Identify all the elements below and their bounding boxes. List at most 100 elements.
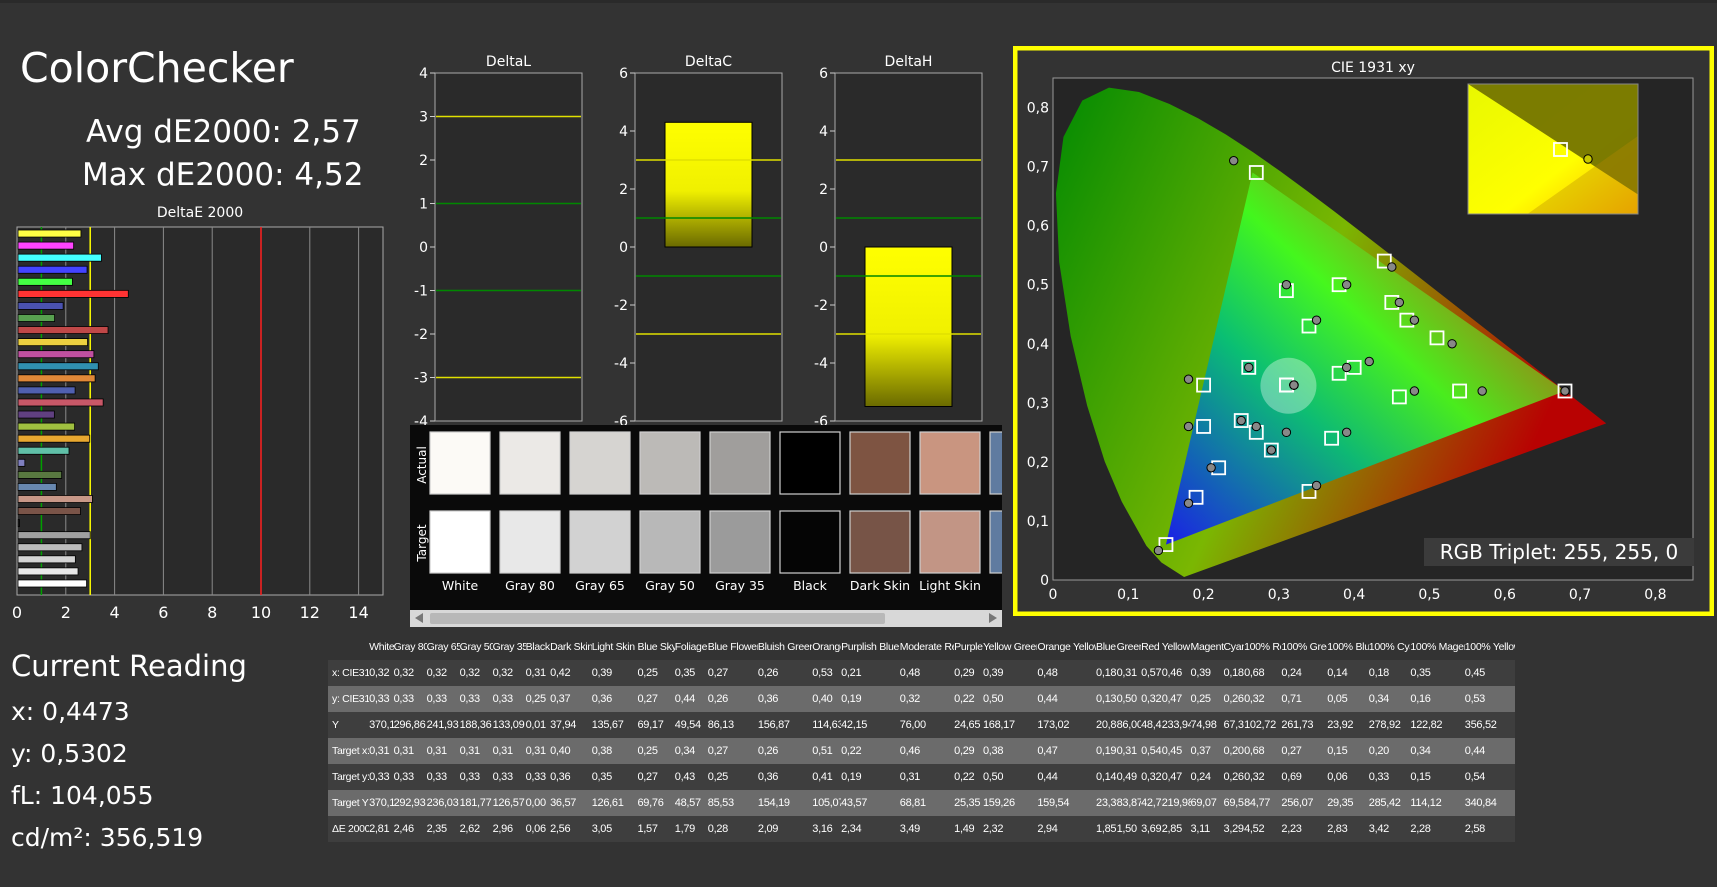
table-cell: 3,49 [899, 816, 955, 842]
table-cell: 241,93 [426, 712, 460, 738]
table-cell: 0,68 [1244, 660, 1282, 686]
table-cell: 0,33 [459, 686, 493, 712]
table-cell: 0,44 [674, 686, 708, 712]
table-cell: 0,27 [1281, 738, 1328, 764]
table-cell: 3,42 [1368, 816, 1411, 842]
table-cell: 0,33 [393, 686, 427, 712]
table-cell: 256,07 [1281, 790, 1328, 816]
table-column-header: Foliage [674, 634, 708, 660]
table-cell: 0,01 [525, 712, 551, 738]
cie-actual-marker [1206, 463, 1216, 473]
table-cell: 168,17 [982, 712, 1038, 738]
swatch-row-label-target: Target [415, 524, 429, 562]
table-cell: 0,20 [1223, 738, 1245, 764]
table-column-header: 100% Blue [1327, 634, 1369, 660]
table-cell: 0,19 [841, 764, 900, 790]
table-cell: 0,31 [369, 738, 394, 764]
deltah-title: DeltaH [885, 54, 933, 70]
table-row: Target x: CIE310,310,310,310,310,310,310… [328, 738, 1515, 764]
table-cell: 0,26 [707, 686, 758, 712]
table-cell: 2,58 [1464, 816, 1515, 842]
cie-actual-marker [1289, 380, 1299, 390]
table-cell: 0,54 [1464, 764, 1515, 790]
table-cell: 173,02 [1037, 712, 1097, 738]
cie-y-tick-label: 0,3 [1027, 396, 1049, 412]
table-column-header: 100% Red [1244, 634, 1282, 660]
table-cell: 0,29 [954, 660, 983, 686]
table-cell: 102,72 [1244, 712, 1282, 738]
table-cell: 278,92 [1368, 712, 1411, 738]
table-cell: 0,43 [674, 764, 708, 790]
deltac-tick-label: -4 [614, 356, 628, 372]
cie-y-tick-label: 0,4 [1027, 337, 1049, 353]
table-cell: 0,68 [1244, 738, 1282, 764]
cie-actual-marker [1183, 498, 1194, 508]
table-cell: 0,37 [550, 686, 592, 712]
table-cell: 0,22 [954, 686, 983, 712]
table-cell: 135,67 [591, 712, 638, 738]
deltal-tick-label: -3 [414, 371, 428, 387]
table-cell: 3,11 [1190, 816, 1224, 842]
table-cell: 0,20 [1368, 738, 1411, 764]
table-row: y: CIE31 0,33 0,33 0,33 0,33 0,33 0,25 0,37 0,36… [328, 686, 1515, 712]
table-row-label: Target y: CIE31 [328, 764, 370, 790]
deltae-bar [17, 338, 88, 347]
cie-actual-marker [1266, 445, 1277, 455]
table-cell: 68,81 [899, 790, 955, 816]
table-cell: 20,86 [1096, 712, 1117, 738]
table-column-header: 100% Magenta [1410, 634, 1465, 660]
deltac-tick-label: 4 [619, 124, 628, 140]
table-cell: 0,33 [426, 686, 460, 712]
table-column-header: Cyan [1223, 634, 1245, 660]
table-column-header: Gray 65 [426, 634, 460, 660]
deltae-bar [17, 386, 76, 395]
table-column-header: Bluish Green [757, 634, 813, 660]
table-cell: 0,32 [899, 686, 955, 712]
table-cell: 233,94 [1161, 712, 1191, 738]
table-cell: 3,69 [1141, 816, 1162, 842]
table-cell: 84,77 [1244, 790, 1282, 816]
table-cell: 1,49 [954, 816, 983, 842]
current-cdm2: cd/m²: 356,519 [11, 823, 204, 852]
table-cell: 126,57 [492, 790, 526, 816]
table-row: Target Y370,19292,93236,03181,77126,570,… [328, 790, 1515, 816]
cie-actual-marker [1394, 297, 1405, 308]
table-column-header: Orange Yellow [1037, 634, 1097, 660]
table-column-header: Gray 80 [393, 634, 427, 660]
cie-x-tick-label: 0,7 [1569, 587, 1591, 603]
cie-x-tick-label: 0,1 [1117, 587, 1139, 603]
table-cell: 219,98 [1161, 790, 1191, 816]
table-cell: 69,76 [637, 790, 675, 816]
top-bar [0, 0, 1717, 3]
table-cell: 0,71 [1281, 686, 1328, 712]
deltae-bar [17, 326, 109, 334]
deltae-tick-label: 0 [12, 603, 22, 622]
table-cell: 0,45 [1464, 660, 1515, 686]
table-cell: 42,78 [1141, 790, 1162, 816]
table-cell: 48,41 [1141, 712, 1162, 738]
table-cell: 0,47 [1161, 686, 1191, 712]
table-cell: 0,57 [1141, 660, 1162, 686]
table-cell: 122,82 [1410, 712, 1465, 738]
table-cell: 0,16 [1410, 686, 1465, 712]
cie-y-tick-label: 0,6 [1027, 219, 1049, 235]
swatch-actual [919, 431, 981, 495]
table-cell: 0,54 [1141, 738, 1162, 764]
table-cell: 2,83 [1327, 816, 1369, 842]
swatch-target [569, 510, 631, 574]
deltac-tick-label: -2 [614, 298, 628, 314]
current-reading-title: Current Reading [11, 649, 247, 683]
deltae-tick-label: 12 [300, 603, 320, 622]
table-row-label: Target x: CIE31 [328, 738, 370, 764]
table-column-header: 100% Green [1281, 634, 1328, 660]
table-cell: 1,79 [674, 816, 708, 842]
table-column-header: Orange [812, 634, 842, 660]
table-cell: 0,40 [812, 686, 842, 712]
cie-actual-marker [1183, 374, 1194, 384]
table-cell: 114,63 [812, 712, 842, 738]
swatch-target [499, 510, 561, 574]
table-row-label: x: CIE31 [328, 660, 370, 686]
table-cell: 36,57 [550, 790, 592, 816]
table-column-header: Yellow Green [982, 634, 1038, 660]
deltae-bar [17, 458, 26, 467]
